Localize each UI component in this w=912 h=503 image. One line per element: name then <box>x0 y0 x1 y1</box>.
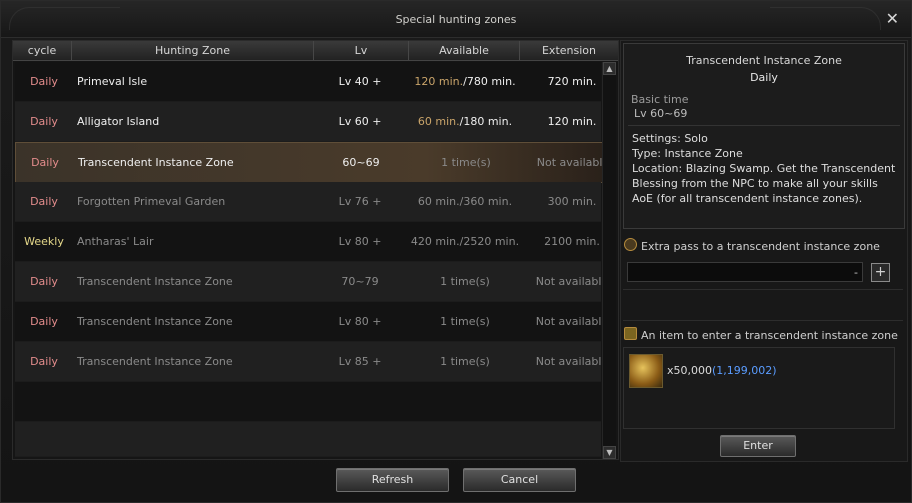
row-available: 1 time(s) <box>440 355 490 368</box>
row-cycle: Daily <box>30 315 58 328</box>
zone-details: Settings: Solo Type: Instance Zone Locat… <box>632 131 900 206</box>
table-row-empty <box>15 382 601 422</box>
row-zone: Alligator Island <box>77 115 160 128</box>
header-cycle[interactable]: cycle <box>13 41 72 60</box>
row-zone: Transcendent Instance Zone <box>77 275 233 288</box>
extra-pass-label: Extra pass to a transcendent instance zo… <box>641 240 880 253</box>
basic-time-value: Lv 60~69 <box>634 107 688 120</box>
row-lv: Lv 80 + <box>338 315 382 328</box>
row-lv: 60~69 <box>342 156 380 169</box>
table-header: cycle Hunting Zone Lv Available Extensio… <box>13 41 618 61</box>
close-icon[interactable]: ✕ <box>886 9 899 28</box>
row-zone: Transcendent Instance Zone <box>77 315 233 328</box>
table-rows: Daily Primeval Isle Lv 40 + 120 min./780… <box>15 62 609 457</box>
detail-location: Location: Blazing Swamp. Get the Transce… <box>632 162 896 205</box>
window-title: Special hunting zones <box>395 13 517 26</box>
row-lv: Lv 80 + <box>338 235 382 248</box>
extra-pass-input[interactable]: - <box>627 262 863 282</box>
row-available-max: /780 min. <box>463 75 516 88</box>
zone-info-box: Transcendent Instance Zone Daily Basic t… <box>623 43 905 229</box>
detail-title: Transcendent Instance Zone <box>686 54 842 67</box>
zone-table: cycle Hunting Zone Lv Available Extensio… <box>12 40 619 460</box>
header-extension[interactable]: Extension <box>520 41 618 60</box>
special-hunting-zones-window: Special hunting zones ✕ cycle Hunting Zo… <box>0 0 912 503</box>
cancel-button[interactable]: Cancel <box>463 468 576 492</box>
row-zone: Transcendent Instance Zone <box>77 355 233 368</box>
header-available[interactable]: Available <box>409 41 520 60</box>
row-cycle: Daily <box>30 195 58 208</box>
row-cycle: Daily <box>30 275 58 288</box>
row-cycle: Daily <box>30 75 58 88</box>
row-lv: Lv 85 + <box>338 355 382 368</box>
row-zone: Primeval Isle <box>77 75 148 88</box>
extra-pass-area <box>623 289 903 321</box>
row-lv: 70~79 <box>341 275 379 288</box>
row-available-current: 60 min. <box>417 115 460 128</box>
row-zone: Transcendent Instance Zone <box>78 156 234 169</box>
header-hunting-zone[interactable]: Hunting Zone <box>72 41 314 60</box>
row-lv: Lv 60 + <box>338 115 382 128</box>
row-zone: Antharas' Lair <box>77 235 154 248</box>
row-lv: Lv 76 + <box>338 195 382 208</box>
adena-pile-icon[interactable] <box>629 354 663 388</box>
detail-settings: Settings: Solo <box>632 132 708 145</box>
title-bar[interactable]: Special hunting zones ✕ <box>1 1 911 38</box>
scroll-down-icon[interactable]: ▼ <box>603 446 616 459</box>
divider <box>628 125 900 126</box>
zone-detail-panel: Transcendent Instance Zone Daily Basic t… <box>620 40 908 462</box>
row-lv: Lv 40 + <box>338 75 382 88</box>
refresh-button[interactable]: Refresh <box>336 468 449 492</box>
row-available: 420 min./2520 min. <box>410 235 520 248</box>
row-available: 1 time(s) <box>440 315 490 328</box>
row-available-max: /180 min. <box>459 115 513 128</box>
table-row[interactable]: Daily Transcendent Instance Zone Lv 85 +… <box>15 342 608 382</box>
table-row[interactable]: Daily Alligator Island Lv 60 + 60 min./1… <box>15 102 601 142</box>
basic-time-label: Basic time <box>631 93 689 106</box>
row-zone: Forgotten Primeval Garden <box>77 195 226 208</box>
pass-coin-icon <box>624 238 637 251</box>
row-cycle: Weekly <box>24 235 64 248</box>
row-available: 1 time(s) <box>440 275 490 288</box>
table-scrollbar[interactable]: ▲ ▼ <box>602 62 616 459</box>
row-available: 60 min./360 min. <box>417 195 513 208</box>
table-row-selected[interactable]: Daily Transcendent Instance Zone 60~69 1… <box>15 142 609 183</box>
enter-button[interactable]: Enter <box>720 435 796 457</box>
table-row-empty <box>15 422 601 457</box>
item-quantity-text: x50,000(1,199,002) <box>667 364 777 377</box>
item-owned-qty: (1,199,002) <box>712 364 777 377</box>
header-lv[interactable]: Lv <box>314 41 409 60</box>
table-row[interactable]: Daily Transcendent Instance Zone Lv 80 +… <box>15 302 608 342</box>
table-row[interactable]: Daily Primeval Isle Lv 40 + 120 min./780… <box>15 62 601 102</box>
row-cycle: Daily <box>31 156 59 169</box>
extra-pass-header: Extra pass to a transcendent instance zo… <box>624 238 880 253</box>
gold-item-icon <box>624 327 637 340</box>
row-cycle: Daily <box>30 115 58 128</box>
table-row[interactable]: Weekly Antharas' Lair Lv 80 + 420 min./2… <box>15 222 601 262</box>
entry-item-header: An item to enter a transcendent instance… <box>624 327 898 342</box>
entry-item-label: An item to enter a transcendent instance… <box>641 329 898 342</box>
scroll-up-icon[interactable]: ▲ <box>603 62 616 75</box>
table-row[interactable]: Daily Transcendent Instance Zone 70~79 1… <box>15 262 608 302</box>
entry-item-box: x50,000(1,199,002) <box>623 347 895 429</box>
row-available-current: 120 min. <box>414 75 464 88</box>
row-available: 60 min./180 min. <box>410 102 520 141</box>
add-pass-button[interactable]: + <box>871 263 890 282</box>
row-available: 1 time(s) <box>441 156 491 169</box>
item-required-qty: x50,000 <box>667 364 712 377</box>
detail-type: Type: Instance Zone <box>632 147 743 160</box>
row-cycle: Daily <box>30 355 58 368</box>
detail-cycle: Daily <box>750 71 778 84</box>
table-row[interactable]: Daily Forgotten Primeval Garden Lv 76 + … <box>15 182 601 222</box>
row-available: 120 min./780 min. <box>410 62 520 101</box>
